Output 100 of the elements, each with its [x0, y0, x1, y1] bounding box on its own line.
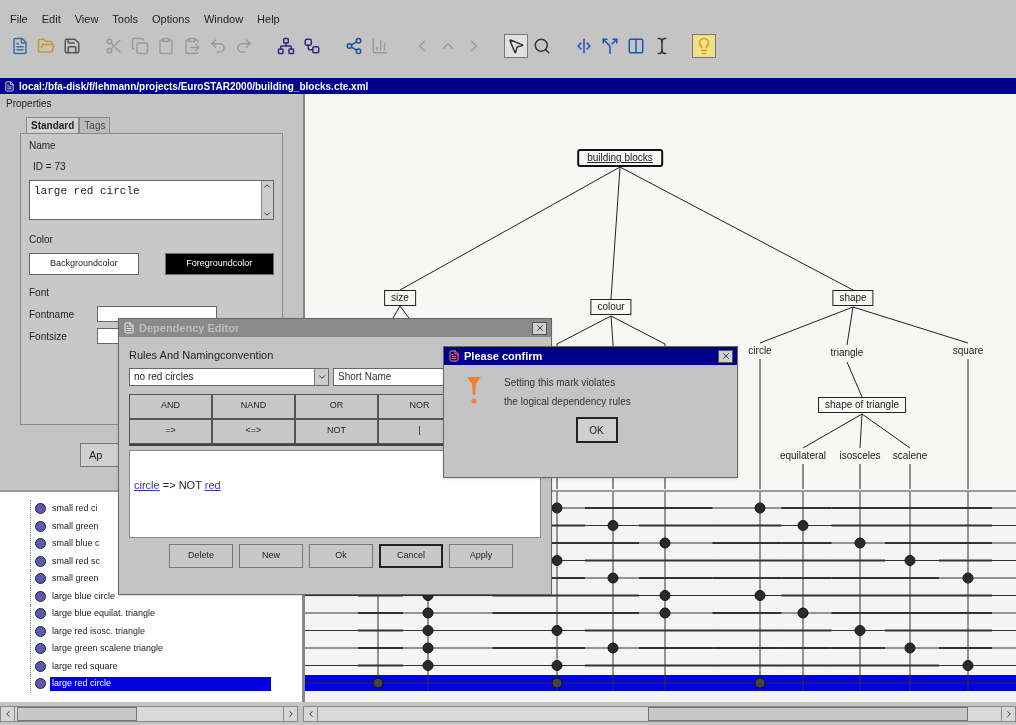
unmarked-cell-line[interactable] — [712, 524, 782, 527]
menu-item[interactable]: Edit — [41, 10, 61, 28]
mark-dot[interactable] — [854, 625, 866, 636]
list-item[interactable]: large red square — [30, 657, 302, 675]
classification-node[interactable]: building blocks — [577, 149, 663, 167]
unmarked-cell-line[interactable] — [781, 594, 832, 597]
unmarked-cell-line[interactable] — [712, 664, 782, 667]
mark-dot[interactable] — [551, 625, 563, 636]
operator-button[interactable]: => — [129, 418, 212, 444]
close-button[interactable] — [718, 349, 733, 363]
unmarked-cell-line[interactable] — [831, 524, 885, 527]
mark-dot[interactable] — [797, 607, 809, 619]
unmarked-cell-line[interactable] — [712, 559, 782, 562]
mark-dot[interactable] — [422, 642, 434, 654]
scrollbar-thumb[interactable] — [17, 707, 137, 721]
mark-dot[interactable] — [754, 677, 766, 689]
operator-button[interactable]: OR — [295, 393, 378, 419]
classification-node[interactable]: shape — [832, 290, 874, 306]
mark-dot[interactable] — [551, 677, 563, 689]
dialog-button[interactable]: Ok — [309, 543, 373, 568]
unmarked-cell-line[interactable] — [639, 559, 713, 562]
foreground-color-button[interactable]: Foregroundcolor — [164, 253, 274, 275]
mark-dot[interactable] — [962, 660, 974, 671]
mark-dot[interactable] — [422, 660, 434, 671]
mark-dot[interactable] — [754, 590, 766, 601]
dialog-button[interactable]: Delete — [169, 543, 233, 568]
close-button[interactable] — [532, 321, 547, 335]
ok-button[interactable]: OK — [575, 417, 618, 443]
mark-dot[interactable] — [607, 520, 619, 531]
unmarked-cell-line[interactable] — [585, 664, 639, 667]
mark-dot[interactable] — [422, 625, 434, 636]
unmarked-cell-line[interactable] — [831, 559, 885, 562]
classification-node[interactable]: shape of triangle — [818, 397, 906, 413]
mark-dot[interactable] — [659, 590, 671, 601]
unmarked-cell-line[interactable] — [639, 524, 713, 527]
mark-dot[interactable] — [904, 642, 916, 654]
tab[interactable]: Standard — [26, 117, 80, 133]
unmarked-cell-line[interactable] — [781, 629, 832, 632]
rule-text-area[interactable]: circle => NOT red — [129, 449, 541, 538]
class-node[interactable]: equilateral — [777, 449, 829, 463]
mark-dot[interactable] — [754, 502, 766, 514]
scrollbar-thumb[interactable] — [648, 707, 968, 721]
horizontal-scrollbar[interactable] — [0, 706, 298, 722]
list-item[interactable]: large red isosc. triangle — [30, 622, 302, 640]
background-color-button[interactable]: Backgroundcolor — [29, 253, 139, 275]
mark-dot[interactable] — [904, 555, 916, 566]
unmarked-cell-line[interactable] — [939, 524, 992, 527]
list-item[interactable]: large red circle — [30, 675, 302, 693]
mark-dot[interactable] — [797, 520, 809, 531]
dialog-button[interactable]: New — [239, 543, 303, 568]
mark-dot[interactable] — [659, 607, 671, 619]
mark-dot[interactable] — [551, 555, 563, 566]
unmarked-cell-line[interactable] — [831, 664, 885, 667]
scroll-up-icon[interactable] — [262, 181, 272, 191]
unmarked-cell-line[interactable] — [585, 629, 639, 632]
mark-dot[interactable] — [962, 572, 974, 584]
dialog-button[interactable]: Cancel — [379, 543, 443, 568]
menu-item[interactable]: Window — [203, 10, 244, 28]
horizontal-scrollbar[interactable] — [303, 706, 1016, 722]
unmarked-cell-line[interactable] — [885, 629, 939, 632]
mark-dot[interactable] — [854, 537, 866, 549]
classification-node[interactable]: size — [384, 290, 416, 306]
dialog-button[interactable]: Apply — [449, 543, 513, 568]
unmarked-cell-line[interactable] — [781, 664, 832, 667]
mark-dot[interactable] — [607, 642, 619, 654]
rule-select[interactable]: no red circles — [129, 367, 329, 386]
unmarked-cell-line[interactable] — [639, 629, 713, 632]
menu-item[interactable]: Tools — [112, 10, 139, 28]
name-field[interactable]: large red circle — [29, 180, 274, 220]
mark-dot[interactable] — [422, 607, 434, 619]
list-item[interactable]: large blue equilat. triangle — [30, 605, 302, 623]
class-node[interactable]: triangle — [828, 346, 866, 360]
unmarked-cell-line[interactable] — [831, 594, 885, 597]
mark-dot[interactable] — [551, 502, 563, 514]
operator-button[interactable]: NOT — [295, 418, 378, 444]
menu-item[interactable]: Help — [257, 10, 280, 28]
unmarked-cell-line[interactable] — [939, 594, 992, 597]
operator-button[interactable]: NAND — [212, 393, 295, 419]
scroll-down-icon[interactable] — [262, 209, 272, 219]
unmarked-cell-line[interactable] — [585, 559, 639, 562]
unmarked-cell-line[interactable] — [885, 524, 939, 527]
unmarked-cell-line[interactable] — [639, 664, 713, 667]
unmarked-cell-line[interactable] — [885, 594, 939, 597]
toolbar-button[interactable] — [504, 34, 528, 58]
classification-node[interactable]: colour — [590, 299, 632, 315]
list-item[interactable]: large green scalene triangle — [30, 640, 302, 658]
unmarked-cell-line[interactable] — [358, 664, 403, 667]
menu-item[interactable]: File — [10, 10, 28, 28]
tab[interactable]: Tags — [79, 117, 111, 133]
mark-dot[interactable] — [372, 677, 384, 689]
menu-item[interactable]: Options — [152, 10, 190, 28]
unmarked-cell-line[interactable] — [939, 629, 992, 632]
unmarked-cell-line[interactable] — [939, 559, 992, 562]
mark-dot[interactable] — [659, 537, 671, 549]
mark-dot[interactable] — [607, 572, 619, 584]
operator-button[interactable]: <=> — [212, 418, 295, 444]
menu-item[interactable]: View — [74, 10, 99, 28]
unmarked-cell-line[interactable] — [712, 629, 782, 632]
mark-dot[interactable] — [551, 660, 563, 671]
operator-button[interactable]: AND — [129, 393, 212, 419]
